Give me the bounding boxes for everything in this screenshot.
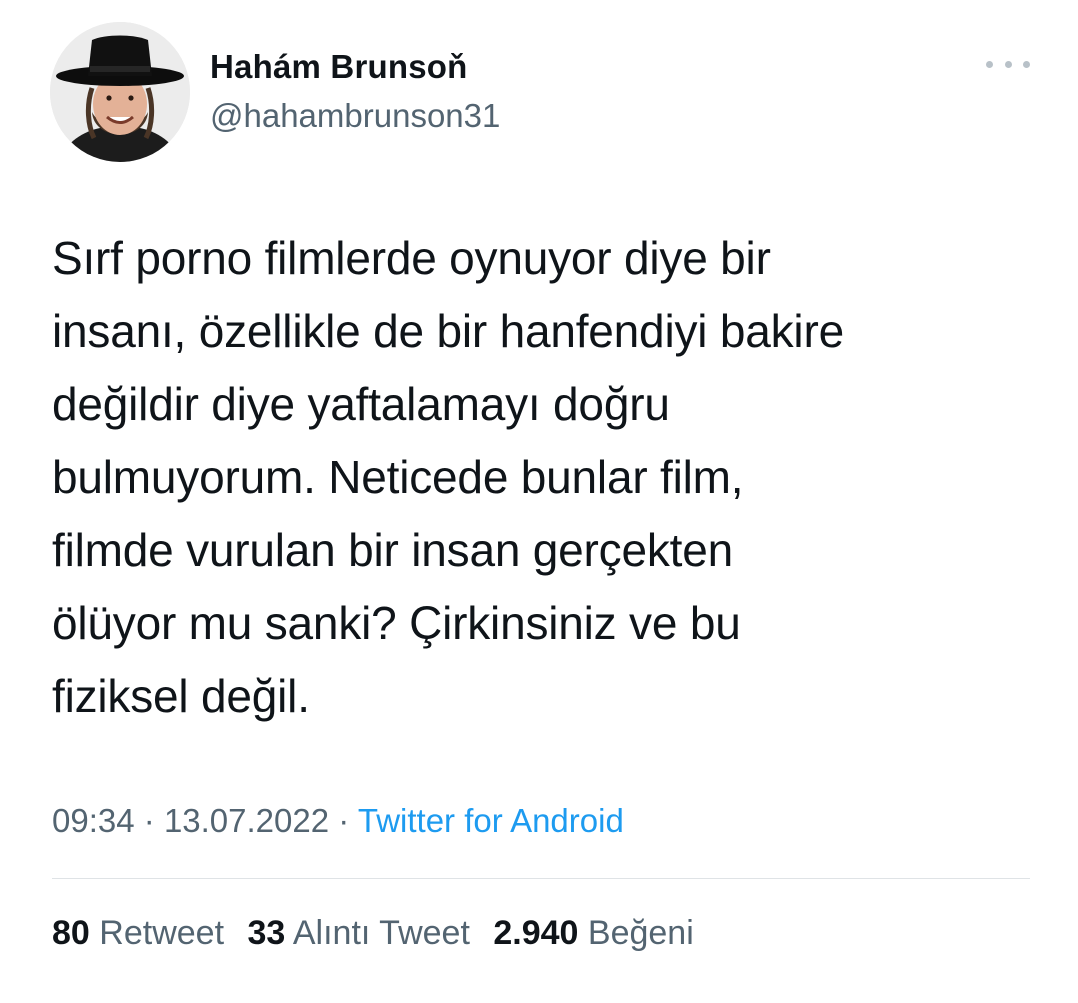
author-display-name[interactable]: Hahám Brunsoň: [210, 48, 467, 86]
tweet-time[interactable]: 09:34: [52, 802, 135, 839]
meta-separator: ·: [143, 802, 155, 839]
quotes-count: 33: [247, 914, 286, 952]
quotes-label: Alıntı Tweet: [292, 914, 470, 952]
tweet-text: Sırf porno filmlerde oynuyor diye bir in…: [52, 232, 844, 722]
likes-label: Beğeni: [587, 914, 694, 952]
more-dot: [1004, 60, 1012, 68]
more-dot: [986, 60, 993, 68]
avatar[interactable]: [50, 22, 190, 162]
more-options-icon[interactable]: [986, 52, 1030, 76]
tweet-source-link[interactable]: Twitter for Android: [358, 802, 624, 839]
likes-count: 2.940: [493, 914, 579, 952]
quotes-stat[interactable]: 33 Alıntı Tweet: [247, 914, 469, 952]
likes-stat[interactable]: 2.940 Beğeni: [493, 914, 693, 952]
author-handle[interactable]: @hahambrunson31: [210, 97, 500, 135]
tweet-stats: 80 Retweet 33 Alıntı Tweet 2.940 Beğeni: [52, 914, 708, 953]
tweet-meta: 09:34 · 13.07.2022 · Twitter for Android: [52, 802, 624, 840]
retweets-count: 80: [52, 914, 90, 952]
tweet-card: Hahám Brunsoň @hahambrunson31 Sırf porno…: [0, 0, 1078, 1003]
more-dot: [1023, 60, 1030, 68]
retweets-label: Retweet: [99, 914, 225, 952]
divider: [52, 878, 1030, 879]
retweets-stat[interactable]: 80 Retweet: [52, 914, 224, 952]
meta-separator: ·: [338, 802, 350, 839]
avatar-image: [50, 22, 190, 162]
tweet-date[interactable]: 13.07.2022: [164, 802, 329, 839]
